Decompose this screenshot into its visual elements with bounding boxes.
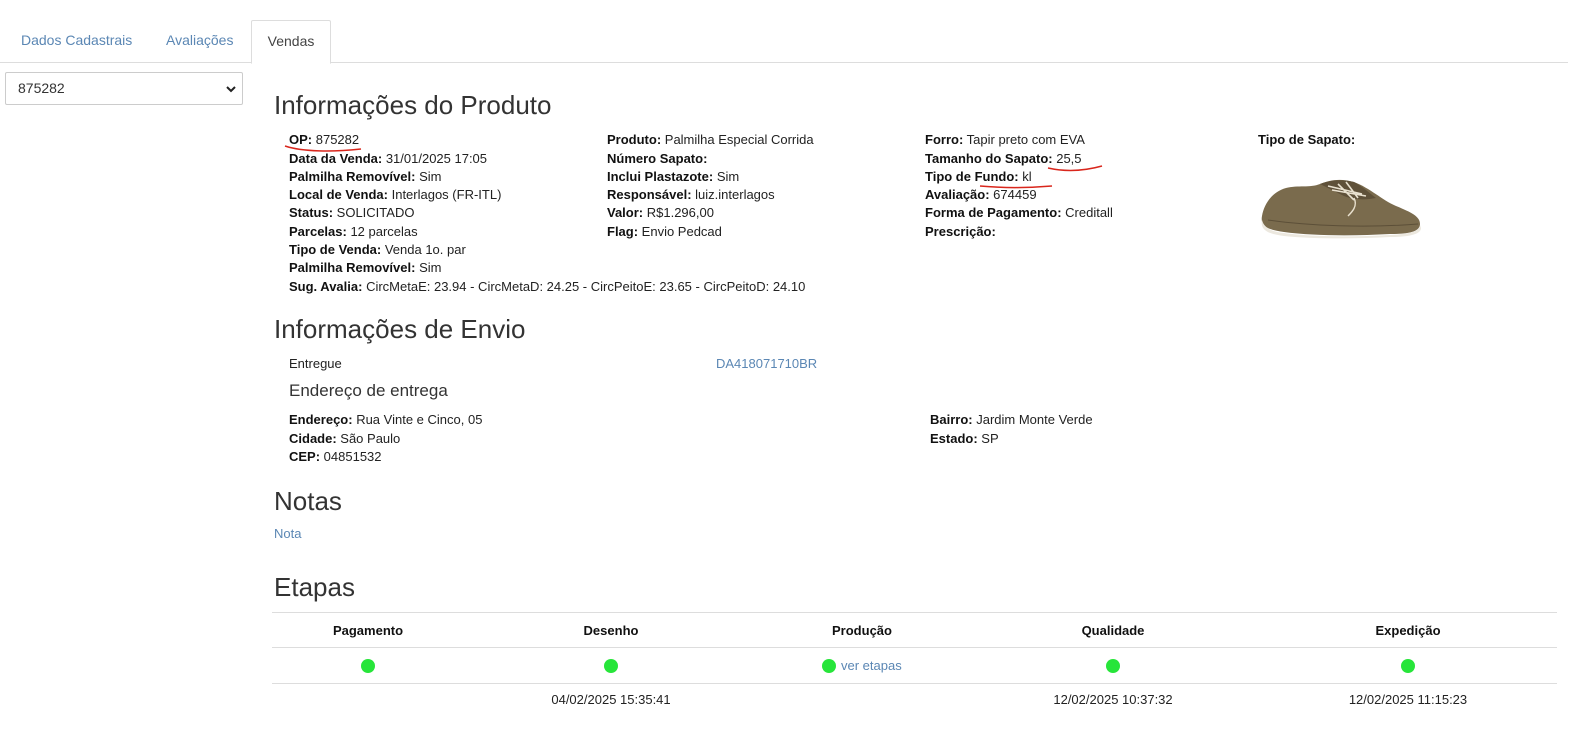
tab-dados-cadastrais[interactable]: Dados Cadastrais [21,20,132,61]
stage-date-expedicao: 12/02/2025 11:15:23 [1348,692,1468,707]
stage-status-qualidade [1106,659,1120,673]
shoe-image [1261,179,1421,239]
field-responsavel: Responsável: luiz.interlagos [607,187,775,202]
field-palmilha-removivel-2: Palmilha Removível: Sim [289,260,442,275]
field-numero-sapato: Número Sapato: [607,151,708,166]
stage-status-expedicao [1401,659,1415,673]
stage-header-desenho: Desenho [583,623,639,638]
tab-vendas[interactable]: Vendas [251,20,331,64]
shoe-type-label: Tipo de Sapato: [1258,132,1356,147]
red-underline-op [284,145,362,152]
ver-etapas-link[interactable]: ver etapas [841,657,902,675]
stage-header-expedicao: Expedição [1375,623,1441,638]
field-palmilha-removivel: Palmilha Removível: Sim [289,169,442,184]
field-endereco: Endereço: Rua Vinte e Cinco, 05 [289,412,483,427]
shipping-section-title: Informações de Envio [274,314,526,344]
field-estado: Estado: SP [930,431,999,446]
field-parcelas: Parcelas: 12 parcelas [289,224,418,239]
field-tipo-venda: Tipo de Venda: Venda 1o. par [289,242,466,257]
field-status: Status: SOLICITADO [289,205,415,220]
order-select-value: 875282 [18,80,65,96]
delivery-address-title: Endereço de entrega [289,381,448,400]
chevron-down-icon [226,86,236,93]
stage-status-desenho [604,659,618,673]
field-forro: Forro: Tapir preto com EVA [925,132,1085,147]
stage-date-qualidade: 12/02/2025 10:37:32 [1053,692,1173,707]
field-forma-pagamento: Forma de Pagamento: Creditall [925,205,1113,220]
stages-table-top-border [272,612,1557,613]
field-cep: CEP: 04851532 [289,449,382,464]
product-section-title: Informações do Produto [274,90,552,120]
stages-table-header-border [272,647,1557,648]
stage-status-producao [822,659,836,673]
shipping-status: Entregue [289,356,342,371]
tab-bar: Dados Cadastrais Avaliações Vendas [0,20,1568,64]
field-bairro: Bairro: Jardim Monte Verde [930,412,1093,427]
field-local-venda: Local de Venda: Interlagos (FR-ITL) [289,187,502,202]
field-inclui-plastazote: Inclui Plastazote: Sim [607,169,740,184]
field-valor: Valor: R$1.296,00 [607,205,714,220]
tab-avaliacoes[interactable]: Avaliações [166,20,233,61]
field-flag: Flag: Envio Pedcad [607,224,722,239]
stages-section-title: Etapas [274,572,355,602]
stage-date-desenho: 04/02/2025 15:35:41 [551,692,671,707]
stage-header-qualidade: Qualidade [1081,623,1145,638]
red-underline-tipo-fundo [979,185,1053,189]
stage-status-pagamento [361,659,375,673]
tracking-link[interactable]: DA418071710BR [716,355,817,373]
stage-header-producao: Produção [832,623,892,638]
notes-section-title: Notas [274,486,342,516]
red-underline-tamanho [1047,165,1103,172]
order-select[interactable]: 875282 [5,72,243,105]
stages-table-row-border [272,683,1557,684]
note-link[interactable]: Nota [274,525,301,543]
stage-header-pagamento: Pagamento [332,623,404,638]
field-cidade: Cidade: São Paulo [289,431,401,446]
field-sug-avalia: Sug. Avalia: CircMetaE: 23.94 - CircMeta… [289,279,806,294]
field-produto: Produto: Palmilha Especial Corrida [607,132,814,147]
field-prescricao: Prescrição: [925,224,996,239]
